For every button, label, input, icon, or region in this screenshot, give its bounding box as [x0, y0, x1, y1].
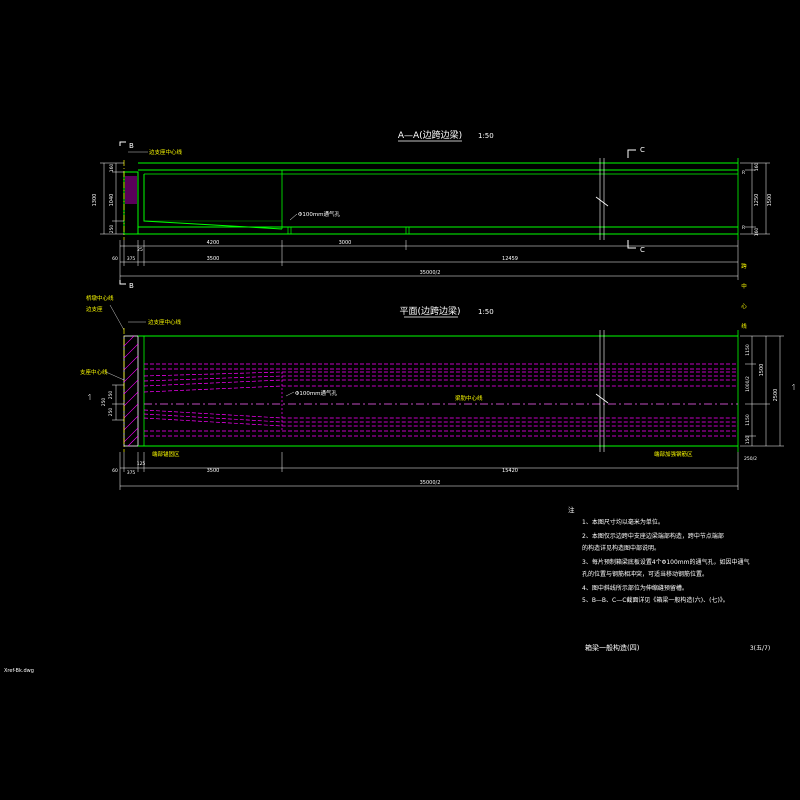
plan-cut-label-b: B [129, 282, 134, 290]
dim-v-160: 160 [109, 164, 115, 173]
note-4: 4、图中斜线所示部位为伸缩缝预留槽。 [582, 584, 688, 592]
cut-label-c-top: C [640, 146, 645, 154]
plan-dim-r-1500: 1500 [759, 364, 765, 377]
plan-dim-r-150: 150 [745, 436, 751, 445]
plan-dim-r-2500: 2500 [773, 389, 779, 402]
plan-dim-r-1150b: 1150 [745, 414, 751, 426]
note-1: 1、本图尺寸均以毫米为单位。 [582, 518, 664, 526]
plan-dim-60: 60 [112, 468, 118, 474]
note-3a: 3、每片预制箱梁底板设置4个Φ100mm的通气孔，如因中通气 [582, 558, 750, 566]
plan-dim-r-1150a: 1150 [745, 344, 751, 356]
note-3b: 孔的位置与钢筋相冲突，可适当移动钢筋位置。 [582, 570, 708, 578]
plan-bearing-label: 边支座 [86, 305, 103, 313]
plan-end-block-label: 端部锚固区 [152, 450, 180, 458]
section-title: A—A(边跨边梁) [398, 129, 462, 141]
midspan-char-4: 线 [741, 322, 747, 330]
plan-left-a-label: 支座中心线 [80, 368, 108, 376]
dim-4200: 4200 [207, 240, 220, 246]
section-scale: 1:50 [478, 132, 494, 140]
plan-dim-35000-half: 35000/2 [420, 480, 441, 486]
plan-dim-l-1: 250 [108, 391, 114, 400]
plan-scale: 1:50 [478, 308, 494, 316]
plan-dim-375: 375 [127, 470, 136, 476]
cad-drawing: A—A(边跨边梁) 1:50 B C C Φ100mm通气孔 边支座中心线 13… [0, 0, 800, 800]
note-5: 5、B—B、C—C截面详见《箱梁一般构造(六)、(七)》。 [582, 596, 729, 604]
cut-label-b-top: B [129, 142, 134, 150]
plan-dim-3500: 3500 [207, 468, 220, 474]
cut-label-c-bottom: C [640, 246, 645, 254]
plan-dim-r-1000: 1000/2 [745, 376, 751, 392]
dim-3500: 3500 [207, 256, 220, 262]
plan-dim-250-half: 250/2 [744, 456, 757, 462]
plan-vent-label: Φ100mm通气孔 [295, 389, 338, 397]
dim-v-1040: 1040 [109, 194, 115, 207]
dim-r-1250: 1250 [754, 194, 760, 207]
midspan-char-3: 心 [741, 303, 747, 310]
file-name: Xref-Bk.dwg [4, 668, 34, 674]
dim-60: 60 [112, 256, 118, 262]
drawing-title: 箱梁一般构造(四) [585, 643, 640, 652]
plan-title: 平面(边跨边梁) [399, 305, 460, 317]
dim-12459: 12459 [502, 256, 518, 262]
end-block-hatch [125, 176, 137, 204]
plan-dim-125: 125 [137, 461, 146, 467]
dim-v-1300: 1300 [92, 194, 98, 207]
dim-3000: 3000 [339, 240, 352, 246]
canvas-background [0, 0, 800, 800]
dim-25: 25 [137, 247, 143, 253]
dim-v-250: 250 [109, 225, 115, 234]
plan-right-note-label: 端部加强钢筋区 [654, 450, 693, 458]
vent-label: Φ100mm通气孔 [298, 210, 341, 218]
plan-beam-center-label: 梁肋中心线 [455, 394, 483, 402]
dim-r-160-top: 160 [754, 163, 760, 172]
note-2a: 2、本图仅示边跨中支座边梁端部构造，跨中节点端部 [582, 532, 724, 540]
midspan-char-1: 跨 [741, 262, 747, 270]
plan-dim-15420: 15420 [502, 468, 518, 474]
sheet-number: 3(五/7) [750, 645, 770, 652]
plan-support-label: 边支座中心线 [148, 318, 182, 326]
plan-dim-l-2: 250 [108, 408, 114, 417]
dim-r-mark-r1: R [742, 170, 745, 176]
plan-dim-l-3: 250 [101, 398, 107, 407]
dim-375: 375 [127, 256, 136, 262]
dim-35000-half: 35000/2 [420, 270, 441, 276]
notes-heading: 注 [568, 505, 575, 514]
support-label: 边支座中心线 [149, 148, 183, 156]
dim-r-1500: 1500 [767, 194, 773, 207]
dim-r-160-bottom: 160 [754, 228, 760, 237]
note-2b: 的构造详见构造图中部说明。 [582, 544, 660, 552]
plan-bridge-center-label: 桥墩中心线 [86, 294, 114, 302]
dim-r-mark-r2: R [742, 225, 745, 231]
midspan-char-2: 中 [741, 282, 747, 290]
